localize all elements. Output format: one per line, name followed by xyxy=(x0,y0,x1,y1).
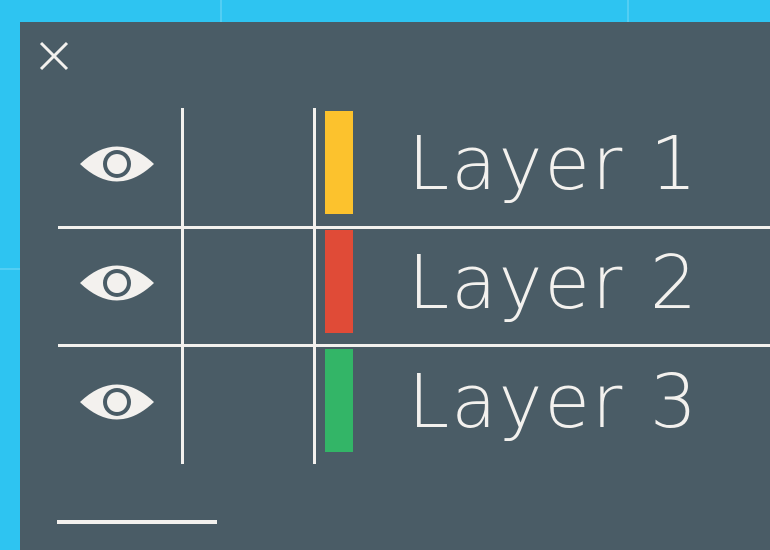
layer-row-3[interactable]: Layer 3 xyxy=(58,346,770,465)
visibility-toggle[interactable] xyxy=(78,141,156,187)
layer-row-2[interactable]: Layer 2 xyxy=(58,227,770,346)
layer-color-swatch xyxy=(325,111,353,214)
eye-icon xyxy=(80,146,154,182)
footer-bar xyxy=(57,520,217,524)
layers-panel: Layer 1 Layer 2 Layer 3 xyxy=(20,22,770,550)
eye-icon xyxy=(80,265,154,301)
background-grid-line xyxy=(627,0,629,22)
layer-color-swatch xyxy=(325,349,353,452)
layer-row-1[interactable]: Layer 1 xyxy=(58,108,770,227)
visibility-toggle[interactable] xyxy=(78,260,156,306)
layer-label[interactable]: Layer 1 xyxy=(408,114,699,214)
background-grid-line xyxy=(0,268,20,270)
layer-list: Layer 1 Layer 2 Layer 3 xyxy=(58,108,770,465)
visibility-toggle[interactable] xyxy=(78,379,156,425)
layer-label[interactable]: Layer 2 xyxy=(408,233,699,333)
layer-label[interactable]: Layer 3 xyxy=(408,352,699,452)
close-icon xyxy=(39,41,69,71)
close-button[interactable] xyxy=(36,38,72,74)
background-grid-line xyxy=(220,0,222,22)
layer-color-swatch xyxy=(325,230,353,333)
eye-icon xyxy=(80,384,154,420)
